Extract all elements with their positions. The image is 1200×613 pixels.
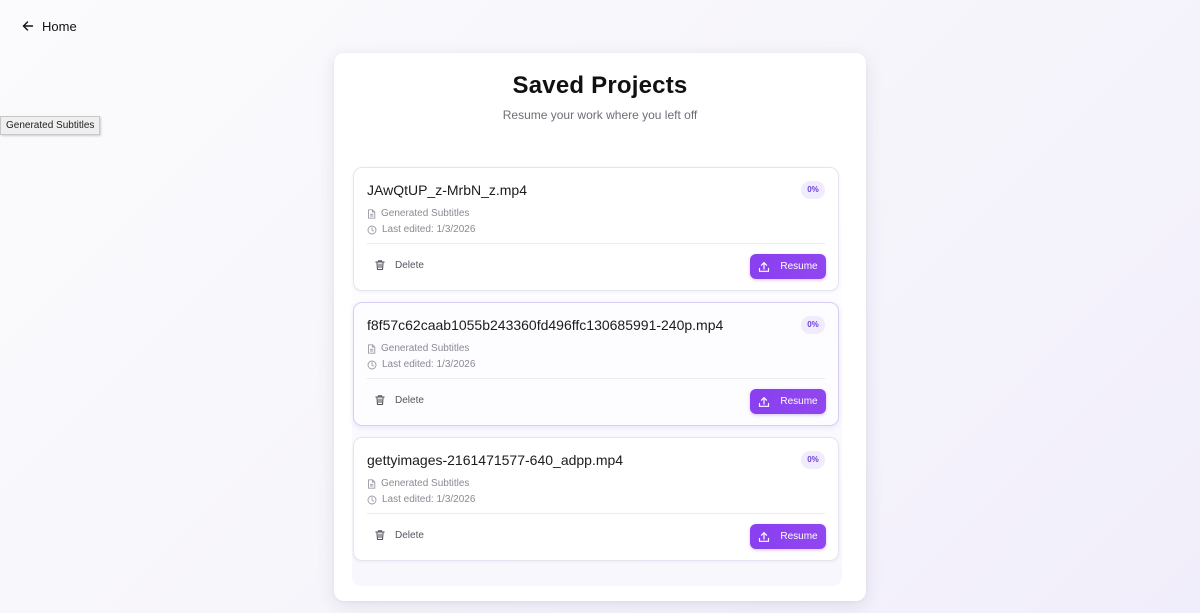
clock-icon (367, 360, 377, 370)
trash-icon (374, 259, 386, 271)
last-edited-row: Last edited: 1/3/2026 (367, 224, 475, 235)
project-type-row: Generated Subtitles (367, 208, 469, 219)
resume-label: Resume (780, 531, 818, 542)
project-name: gettyimages-2161471577-640_adpp.mp4 (367, 452, 624, 468)
trash-icon (374, 529, 386, 541)
project-type-row: Generated Subtitles (367, 478, 469, 489)
divider (367, 378, 825, 379)
project-card: gettyimages-2161471577-640_adpp.mp4 0% G… (353, 437, 839, 561)
file-icon (367, 208, 376, 219)
project-type-row: Generated Subtitles (367, 343, 469, 354)
home-back-link[interactable]: Home (22, 17, 77, 35)
saved-projects-panel: Saved Projects Resume your work where yo… (334, 53, 866, 601)
progress-badge: 0% (801, 451, 825, 469)
project-name: JAwQtUP_z-MrbN_z.mp4 (367, 182, 528, 198)
trash-icon (374, 394, 386, 406)
project-card: f8f57c62caab1055b243360fd496ffc130685991… (353, 302, 839, 426)
clock-icon (367, 495, 377, 505)
last-edited: Last edited: 1/3/2026 (382, 494, 476, 505)
arrow-left-icon (22, 20, 34, 32)
project-type: Generated Subtitles (381, 208, 470, 219)
file-icon (367, 343, 376, 354)
upload-icon (758, 531, 770, 543)
resume-label: Resume (780, 396, 818, 407)
last-edited-row: Last edited: 1/3/2026 (367, 494, 475, 505)
tooltip: Generated Subtitles (0, 116, 101, 135)
resume-label: Resume (780, 261, 818, 272)
resume-button[interactable]: Resume (750, 254, 826, 279)
page-title: Saved Projects (512, 72, 688, 99)
project-type: Generated Subtitles (381, 343, 470, 354)
delete-button[interactable]: Delete (374, 394, 424, 406)
last-edited-row: Last edited: 1/3/2026 (367, 359, 475, 370)
project-type: Generated Subtitles (381, 478, 470, 489)
delete-label: Delete (395, 529, 424, 541)
divider (367, 243, 825, 244)
delete-button[interactable]: Delete (374, 529, 424, 541)
project-name: f8f57c62caab1055b243360fd496ffc130685991… (367, 317, 724, 333)
upload-icon (758, 261, 770, 273)
home-link-label: Home (42, 18, 77, 34)
divider (367, 513, 825, 514)
project-list: JAwQtUP_z-MrbN_z.mp4 0% Generated Subtit… (352, 166, 842, 586)
progress-badge: 0% (801, 181, 825, 199)
project-card: JAwQtUP_z-MrbN_z.mp4 0% Generated Subtit… (353, 167, 839, 291)
delete-button[interactable]: Delete (374, 259, 424, 271)
last-edited: Last edited: 1/3/2026 (382, 359, 476, 370)
resume-button[interactable]: Resume (750, 524, 826, 549)
delete-label: Delete (395, 394, 424, 406)
upload-icon (758, 396, 770, 408)
resume-button[interactable]: Resume (750, 389, 826, 414)
page-subtitle: Resume your work where you left off (502, 108, 698, 122)
file-icon (367, 478, 376, 489)
last-edited: Last edited: 1/3/2026 (382, 224, 476, 235)
delete-label: Delete (395, 259, 424, 271)
clock-icon (367, 225, 377, 235)
progress-badge: 0% (801, 316, 825, 334)
